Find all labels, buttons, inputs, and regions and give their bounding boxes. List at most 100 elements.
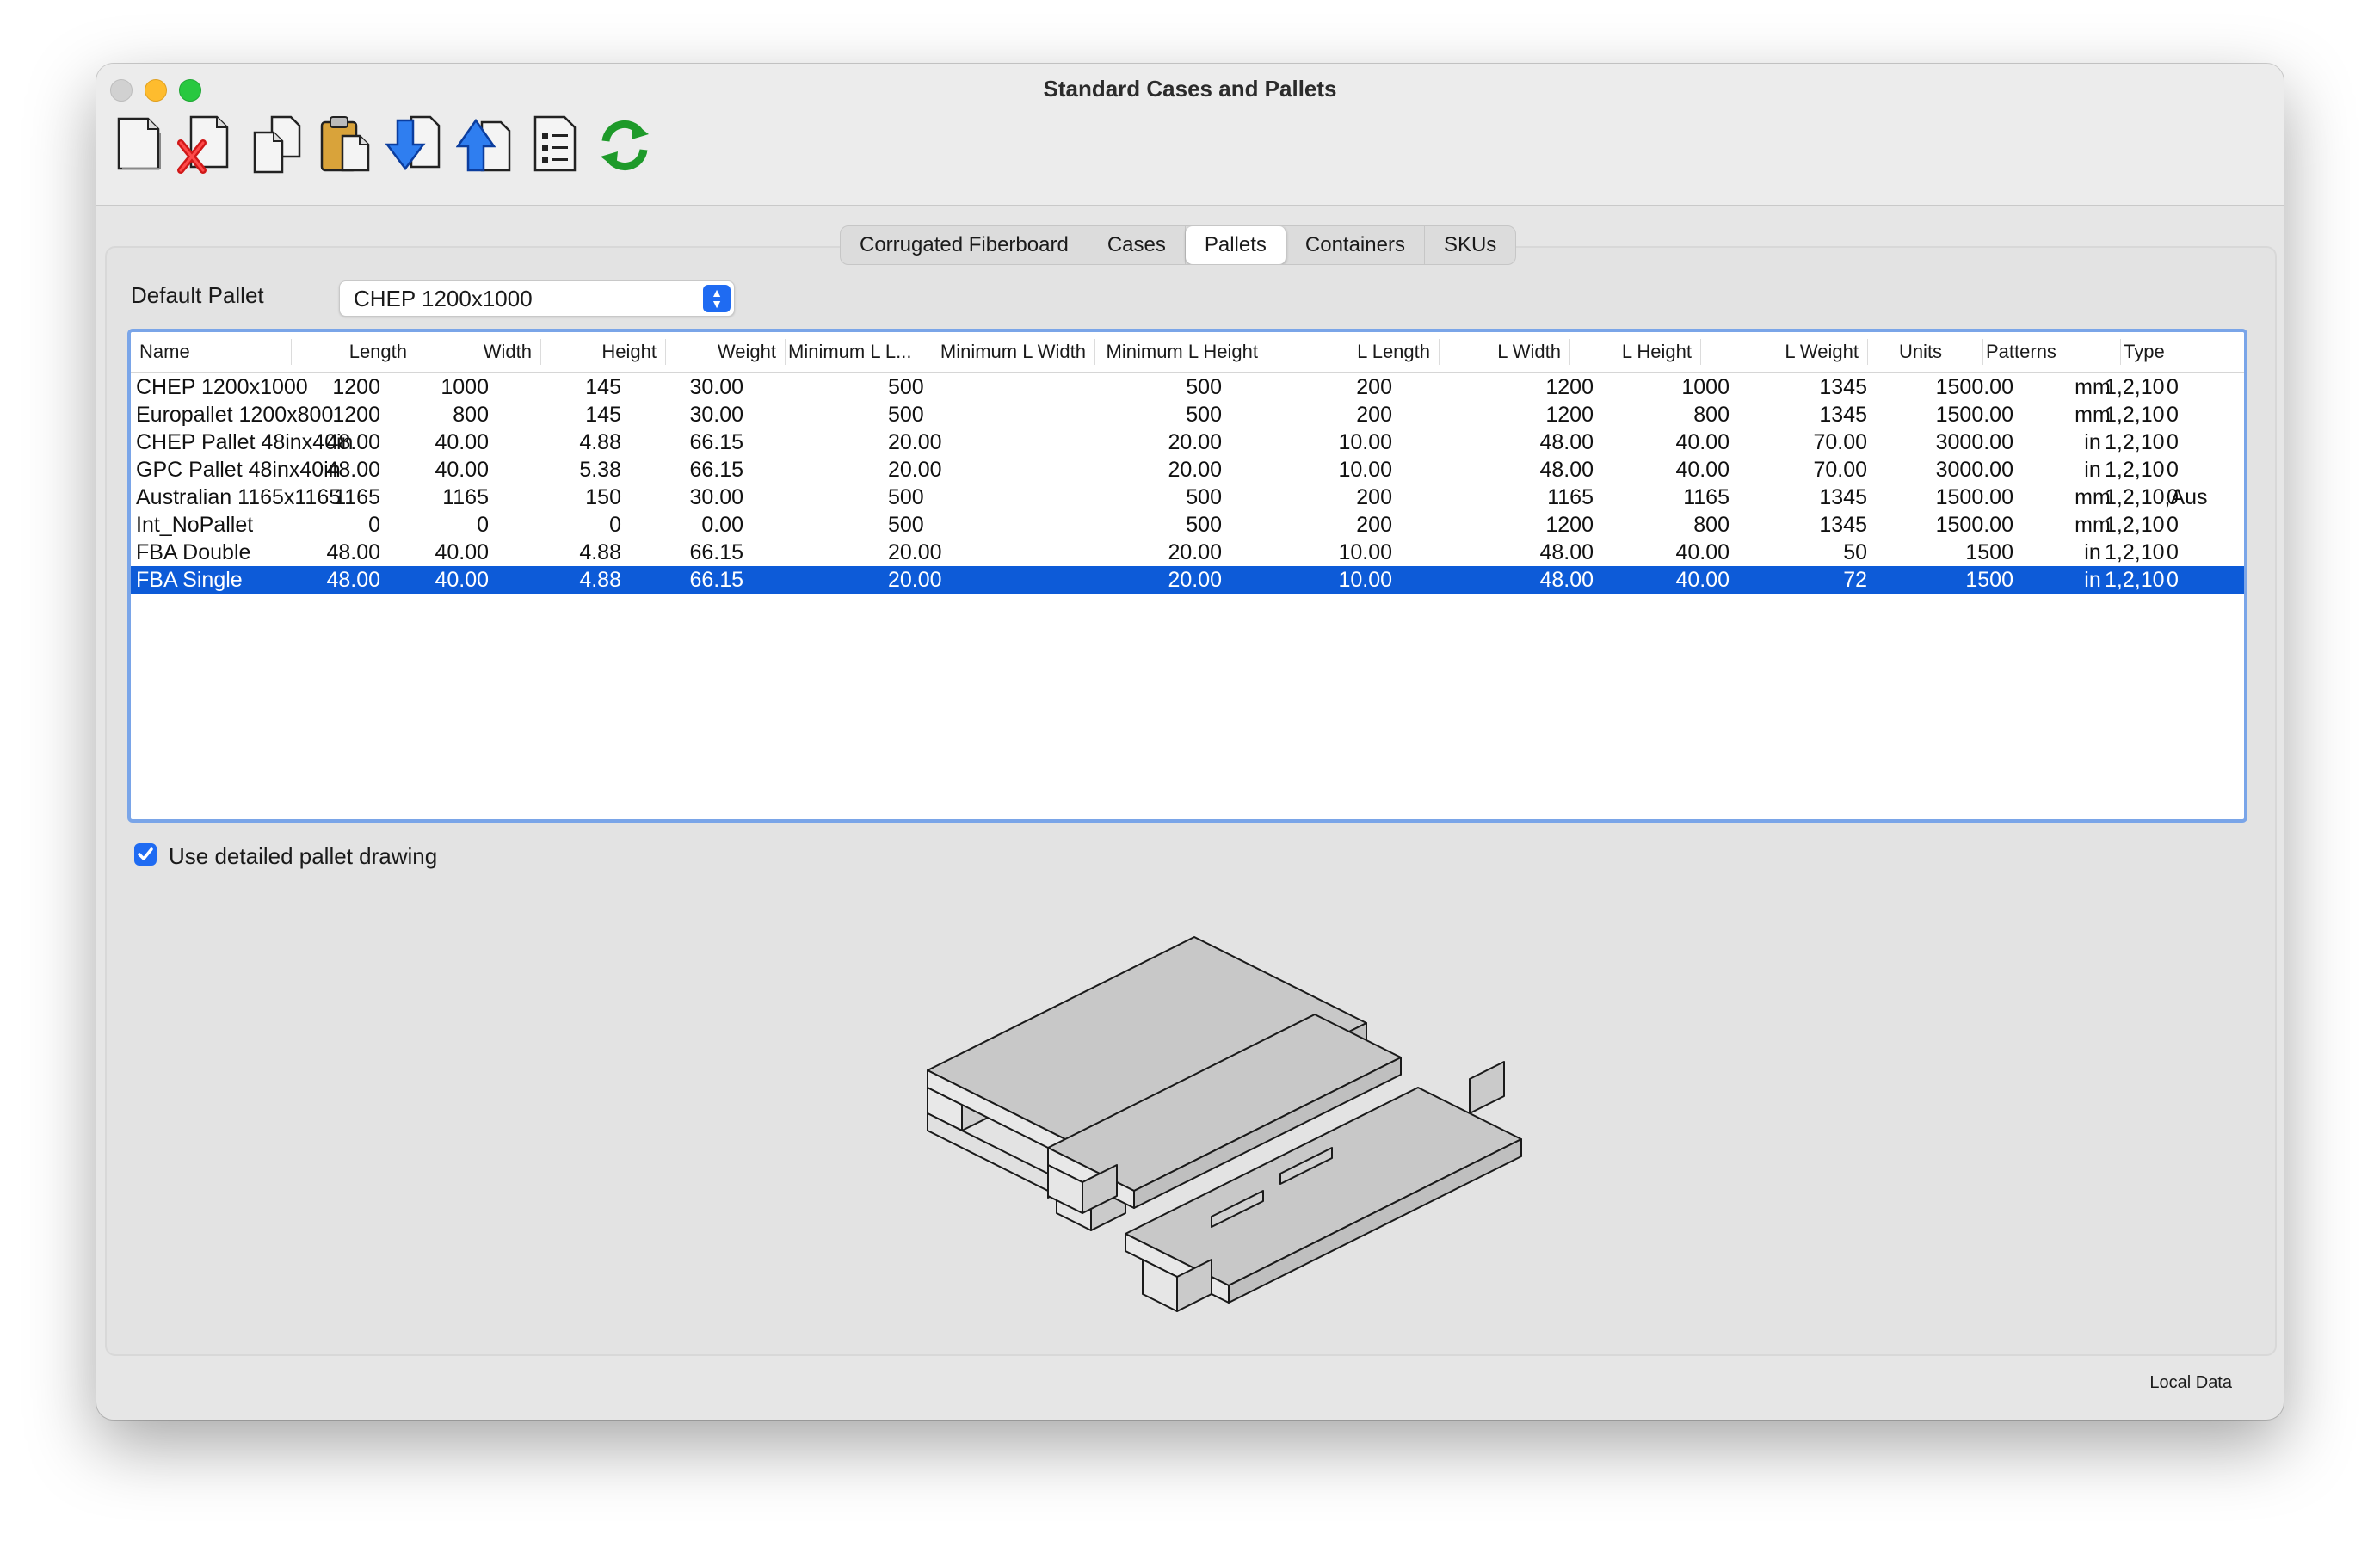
table-row[interactable]: Int_NoPallet 0 0 0 0.00 500 500 200 1200 800 1345 1… bbox=[131, 511, 2244, 539]
table-cell: 0 bbox=[2167, 403, 2179, 427]
table-cell: 0 bbox=[609, 513, 621, 537]
table-cell: 0 bbox=[368, 513, 380, 537]
column-separator[interactable] bbox=[785, 339, 786, 365]
table-cell: 40.00 bbox=[435, 430, 489, 454]
list-icon bbox=[533, 115, 577, 172]
column-header[interactable]: L Length bbox=[1267, 341, 1439, 363]
table-cell: 30.00 bbox=[689, 375, 743, 399]
table-cell: 0 bbox=[2167, 540, 2179, 564]
tab-skus[interactable]: SKUs bbox=[1425, 226, 1515, 264]
default-pallet-select[interactable]: CHEP 1200x1000 ▲ ▼ bbox=[339, 280, 735, 317]
table-cell: 66.15 bbox=[689, 540, 743, 564]
table-cell: 48.00 bbox=[326, 540, 380, 564]
column-separator[interactable] bbox=[1982, 339, 1983, 365]
list-button[interactable] bbox=[527, 114, 585, 176]
table-row[interactable]: FBA Double 48.00 40.00 4.88 66.15 20.00 20.00 1… bbox=[131, 539, 2244, 566]
default-pallet-label: Default Pallet bbox=[131, 282, 264, 308]
column-header[interactable]: Minimum L Width bbox=[940, 341, 1094, 363]
table-cell: 500 bbox=[1186, 375, 1222, 399]
table-cell: 500 bbox=[1186, 403, 1222, 427]
pallet-3d-drawing bbox=[927, 936, 1522, 1312]
tab-cases[interactable]: Cases bbox=[1088, 226, 1186, 264]
column-header[interactable]: L Weight bbox=[1700, 341, 1867, 363]
export-button[interactable] bbox=[455, 114, 515, 176]
column-header[interactable]: Type bbox=[2120, 341, 2241, 363]
new-document-button[interactable] bbox=[110, 114, 169, 176]
table-cell: 1500.00 bbox=[1935, 485, 2013, 509]
table-row[interactable]: Australian 1165x1165 1165 1165 150 30.00 500 5… bbox=[131, 484, 2244, 511]
column-header[interactable]: Weight bbox=[665, 341, 785, 363]
import-button[interactable] bbox=[385, 114, 444, 176]
table-cell: 10.00 bbox=[1338, 540, 1392, 564]
table-cell: 20.00 bbox=[888, 540, 942, 564]
column-header[interactable]: Minimum L Height bbox=[1094, 341, 1267, 363]
table-row[interactable]: CHEP Pallet 48inx40in 48.00 40.00 4.88 66.15… bbox=[131, 428, 2244, 456]
table-row[interactable]: Europallet 1200x800 1200 800 145 30.00 500 500… bbox=[131, 401, 2244, 428]
tab-pallets[interactable]: Pallets bbox=[1185, 226, 1286, 264]
table-cell: 1500 bbox=[1965, 540, 2013, 564]
table-cell: 20.00 bbox=[1168, 568, 1222, 592]
table-cell: 0.00 bbox=[701, 513, 743, 537]
table-cell: 200 bbox=[1356, 513, 1392, 537]
table-cell: 200 bbox=[1356, 375, 1392, 399]
table-cell: 1000 bbox=[441, 375, 489, 399]
table-cell: 66.15 bbox=[689, 458, 743, 482]
table-cell: 4.88 bbox=[579, 568, 621, 592]
column-header[interactable]: Minimum L L... bbox=[785, 341, 940, 363]
table-cell: 1500 bbox=[1965, 568, 2013, 592]
table-cell: 800 bbox=[453, 403, 489, 427]
tab-corrugated-fiberboard[interactable]: Corrugated Fiberboard bbox=[841, 226, 1088, 264]
column-separator[interactable] bbox=[1867, 339, 1868, 365]
column-separator[interactable] bbox=[1439, 339, 1440, 365]
detailed-drawing-checkbox[interactable] bbox=[134, 843, 157, 866]
table-row[interactable]: GPC Pallet 48inx40in 48.00 40.00 5.38 66.15 2… bbox=[131, 456, 2244, 484]
table-cell: 1200 bbox=[332, 375, 380, 399]
column-separator[interactable] bbox=[1700, 339, 1701, 365]
table-cell: 20.00 bbox=[888, 430, 942, 454]
column-separator[interactable] bbox=[1569, 339, 1570, 365]
table-cell: 0 bbox=[2167, 458, 2179, 482]
paste-button[interactable] bbox=[317, 114, 375, 176]
window-title: Standard Cases and Pallets bbox=[1043, 76, 1337, 102]
table-cell: 0 bbox=[2167, 513, 2179, 537]
column-separator[interactable] bbox=[2120, 339, 2121, 365]
table-cell: 4.88 bbox=[579, 540, 621, 564]
new-document-icon bbox=[117, 117, 161, 170]
table-cell: 10.00 bbox=[1338, 430, 1392, 454]
table-row[interactable]: FBA Single 48.00 40.00 4.88 66.15 20.00 20.00 1… bbox=[131, 566, 2244, 594]
table-cell: 200 bbox=[1356, 403, 1392, 427]
default-pallet-value: CHEP 1200x1000 bbox=[354, 286, 533, 311]
title-bar: Standard Cases and Pallets bbox=[96, 64, 2284, 206]
column-header[interactable]: Patterns bbox=[1982, 341, 2120, 363]
column-separator[interactable] bbox=[291, 339, 292, 365]
column-header[interactable]: Units bbox=[1867, 341, 1982, 363]
table-cell: 0 bbox=[2167, 485, 2179, 509]
copy-button[interactable] bbox=[248, 114, 306, 176]
table-cell: 40.00 bbox=[435, 540, 489, 564]
tab-containers[interactable]: Containers bbox=[1286, 226, 1425, 264]
table-cell: 48.00 bbox=[326, 430, 380, 454]
tab-bar: Corrugated Fiberboard Cases Pallets Cont… bbox=[840, 225, 1517, 265]
table-cell: 500 bbox=[1186, 513, 1222, 537]
column-header[interactable]: L Width bbox=[1439, 341, 1569, 363]
table-cell: 5.38 bbox=[579, 458, 621, 482]
column-header[interactable]: Height bbox=[540, 341, 665, 363]
pallets-table[interactable]: Name Length Width Height Weight Minimum L L..… bbox=[127, 329, 2247, 823]
table-cell: 500 bbox=[888, 485, 924, 509]
delete-button[interactable] bbox=[177, 114, 236, 176]
column-header[interactable]: Length bbox=[291, 341, 416, 363]
column-header[interactable]: L Height bbox=[1569, 341, 1700, 363]
detailed-drawing-label: Use detailed pallet drawing bbox=[169, 843, 438, 869]
column-separator[interactable] bbox=[665, 339, 666, 365]
column-separator[interactable] bbox=[540, 339, 541, 365]
column-separator[interactable] bbox=[1094, 339, 1095, 365]
table-cell: 20.00 bbox=[1168, 540, 1222, 564]
table-cell: 500 bbox=[888, 513, 924, 537]
refresh-button[interactable] bbox=[595, 114, 654, 176]
table-row[interactable]: CHEP 1200x1000 1200 1000 145 30.00 500 500 200 1… bbox=[131, 373, 2244, 401]
table-cell: 3000.00 bbox=[1935, 430, 2013, 454]
table-cell: 20.00 bbox=[888, 568, 942, 592]
column-header[interactable]: Width bbox=[416, 341, 540, 363]
column-header[interactable]: Name bbox=[136, 341, 291, 363]
table-cell: 500 bbox=[888, 403, 924, 427]
